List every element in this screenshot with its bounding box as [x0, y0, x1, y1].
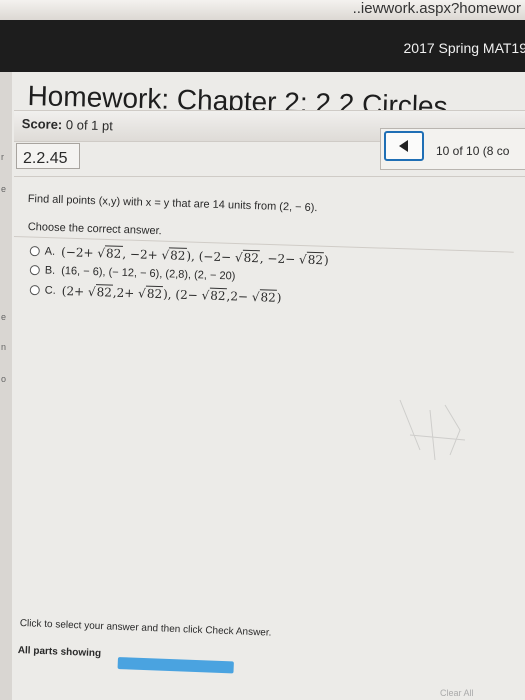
radio-button-b[interactable]: [29, 264, 40, 276]
question-progress-text: 10 of 10 (8 co: [436, 144, 510, 158]
option-label: C.: [44, 284, 56, 297]
option-label: A.: [44, 245, 56, 258]
side-mark: e: [1, 312, 7, 322]
side-mark: r: [1, 152, 4, 162]
top-header-bar: 2017 Spring MAT19: [0, 20, 525, 72]
pen-scribble: [399, 399, 466, 461]
score-value: 0 of 1 pt: [65, 117, 114, 134]
side-mark: n: [1, 342, 7, 352]
browser-url-bar[interactable]: ..iewwork.aspx?homewor: [0, 0, 525, 20]
course-name: 2017 Spring MAT19: [403, 40, 525, 56]
radio-button-a[interactable]: [29, 245, 40, 257]
score-display: Score: 0 of 1 pt: [22, 116, 113, 133]
side-mark: e: [1, 184, 7, 194]
side-mark: o: [1, 374, 7, 384]
radio-button-c[interactable]: [29, 284, 40, 296]
question-number: 2.2.45: [16, 143, 80, 169]
arrow-left-icon: [399, 140, 408, 152]
previous-question-button[interactable]: [384, 131, 424, 161]
url-text: ..iewwork.aspx?homewor: [352, 0, 521, 17]
option-label: B.: [44, 264, 56, 277]
score-label: Score:: [21, 116, 63, 133]
clear-all-button[interactable]: Clear All: [440, 688, 474, 698]
